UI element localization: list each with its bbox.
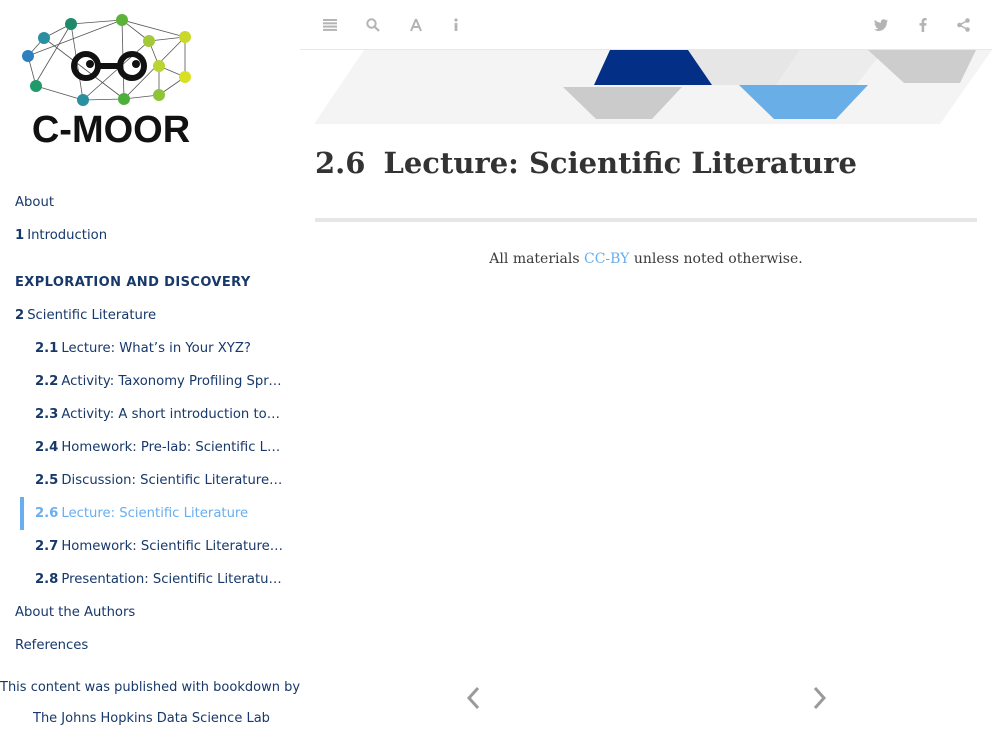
sidebar-item-scientific-literature[interactable]: 2 Scientific Literature bbox=[15, 299, 156, 332]
sidebar-item-number: 2 bbox=[15, 308, 25, 323]
sidebar-part-header: Exploration and Discovery bbox=[15, 266, 251, 299]
font-icon[interactable] bbox=[405, 14, 427, 36]
title-divider bbox=[315, 218, 977, 222]
sidebar-item-2-6[interactable]: 2.6 Lecture: Scientific Literature bbox=[35, 497, 248, 530]
section-number: 2.6 bbox=[315, 146, 366, 180]
sidebar-item-label: Lecture: What’s in Your XYZ? bbox=[61, 341, 251, 356]
sidebar-item-number: 2.6 bbox=[35, 506, 59, 521]
active-indicator bbox=[20, 497, 24, 530]
sidebar-item-label: Homework: Scientific Literature A… bbox=[61, 539, 283, 554]
sidebar-item-number: 2.3 bbox=[35, 407, 59, 422]
sidebar-item-label: Activity: Taxonomy Profiling Spre… bbox=[61, 374, 283, 389]
sidebar-item-label: Scientific Literature bbox=[27, 308, 157, 323]
sidebar-item-2-4[interactable]: 2.4 Homework: Pre-lab: Scientific Lite… bbox=[35, 431, 283, 464]
sidebar-item-2-5[interactable]: 2.5 Discussion: Scientific Literature P… bbox=[35, 464, 283, 497]
license-prefix: All materials bbox=[489, 251, 584, 267]
c-moor-logo[interactable]: C-MOOR bbox=[14, 8, 208, 152]
publisher-link[interactable]: The Johns Hopkins Data Science Lab bbox=[33, 711, 270, 726]
sidebar-item-label: Presentation: Scientific Literature… bbox=[61, 572, 283, 587]
sidebar-item-number: 2.2 bbox=[35, 374, 59, 389]
sidebar-item-number: 2.4 bbox=[35, 440, 59, 455]
sidebar-item-2-8[interactable]: 2.8 Presentation: Scientific Literature… bbox=[35, 563, 283, 596]
next-page-icon[interactable] bbox=[810, 684, 828, 712]
sidebar-item-label: Homework: Pre-lab: Scientific Lite… bbox=[61, 440, 283, 455]
sidebar-item-label: Introduction bbox=[27, 228, 108, 243]
menu-icon[interactable] bbox=[319, 14, 341, 36]
chapter-banner bbox=[300, 50, 992, 124]
sidebar-item-number: 2.7 bbox=[35, 539, 59, 554]
license-note: All materials CC-BY unless noted otherwi… bbox=[315, 251, 977, 267]
sidebar-item-number: 2.5 bbox=[35, 473, 59, 488]
search-icon[interactable] bbox=[362, 14, 384, 36]
twitter-icon[interactable] bbox=[870, 14, 892, 36]
share-icon[interactable] bbox=[952, 14, 974, 36]
sidebar-item-label: Activity: A short introduction to G… bbox=[61, 407, 283, 422]
sidebar-item-label: Lecture: Scientific Literature bbox=[61, 506, 249, 521]
sidebar-item-references[interactable]: References bbox=[15, 629, 88, 662]
sidebar-item-label: Discussion: Scientific Literature P… bbox=[61, 473, 283, 488]
sidebar-item-label: About the Authors bbox=[15, 605, 136, 620]
sidebar-item-number: 2.1 bbox=[35, 341, 59, 356]
sidebar-item-2-2[interactable]: 2.2 Activity: Taxonomy Profiling Spre… bbox=[35, 365, 283, 398]
sidebar-item-about[interactable]: About bbox=[15, 186, 54, 219]
info-icon[interactable] bbox=[445, 14, 467, 36]
page-title: 2.6 Lecture: Scientific Literature bbox=[315, 146, 857, 180]
book-toolbar bbox=[300, 0, 992, 50]
sidebar-item-number: 2.8 bbox=[35, 572, 59, 587]
section-title: Lecture: Scientific Literature bbox=[383, 146, 857, 180]
sidebar-item-label: References bbox=[15, 638, 89, 653]
sidebar-item-2-7[interactable]: 2.7 Homework: Scientific Literature A… bbox=[35, 530, 283, 563]
sidebar: C-MOOR About 1 Introduction Exploration a… bbox=[0, 0, 300, 744]
license-suffix: unless noted otherwise. bbox=[629, 251, 803, 267]
previous-page-icon[interactable] bbox=[465, 684, 483, 712]
sidebar-item-2-3[interactable]: 2.3 Activity: A short introduction to G… bbox=[35, 398, 283, 431]
facebook-icon[interactable] bbox=[912, 14, 934, 36]
sidebar-item-introduction[interactable]: 1 Introduction bbox=[15, 219, 107, 252]
logo-text: C-MOOR bbox=[32, 109, 190, 151]
sidebar-item-label: About bbox=[15, 195, 54, 210]
sidebar-item-number: 1 bbox=[15, 228, 25, 243]
sidebar-item-label: Exploration and Discovery bbox=[15, 275, 251, 290]
sidebar-item-2-1[interactable]: 2.1 Lecture: What’s in Your XYZ? bbox=[35, 332, 251, 365]
published-with-label: This content was published with bookdown… bbox=[0, 680, 300, 695]
sidebar-item-about-authors[interactable]: About the Authors bbox=[15, 596, 135, 629]
license-link[interactable]: CC-BY bbox=[584, 251, 629, 267]
